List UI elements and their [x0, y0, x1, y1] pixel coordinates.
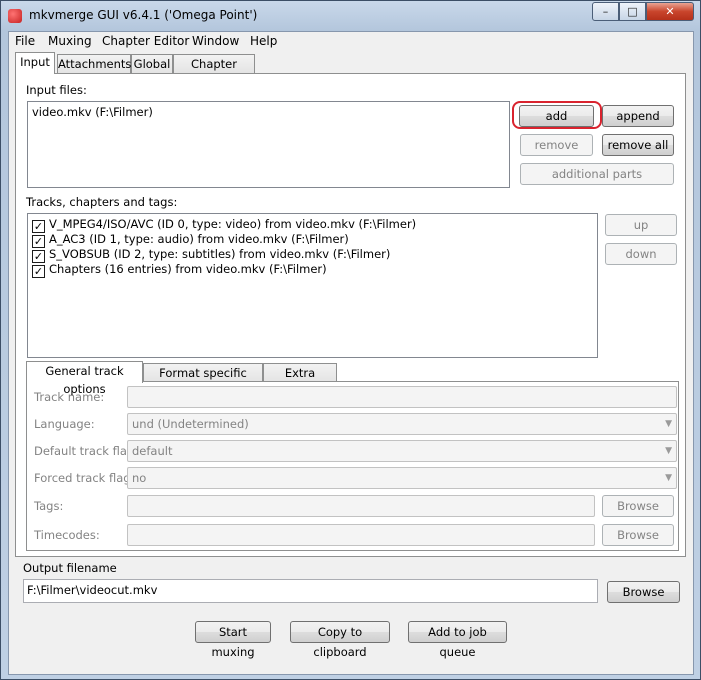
- input-tab-panel: Input files: video.mkv (F:\Filmer) add a…: [15, 73, 686, 557]
- maximize-button[interactable]: □: [619, 2, 646, 21]
- tab-chapter-editor[interactable]: Chapter Editor: [173, 54, 255, 89]
- default-track-flag-select[interactable]: default ▼: [127, 440, 677, 462]
- add-button[interactable]: add: [519, 105, 594, 127]
- chevron-down-icon: ▼: [665, 446, 672, 456]
- tab-extra-options[interactable]: Extra options: [263, 363, 337, 398]
- menu-window[interactable]: Window: [192, 34, 239, 48]
- track-row[interactable]: ✓ S_VOBSUB (ID 2, type: subtitles) from v…: [32, 247, 391, 263]
- input-files-label: Input files:: [26, 83, 87, 97]
- default-track-flag-value: default: [132, 444, 173, 458]
- language-label: Language:: [34, 417, 95, 431]
- timecodes-label: Timecodes:: [34, 528, 100, 542]
- track-row[interactable]: ✓ V_MPEG4/ISO/AVC (ID 0, type: video) fro…: [32, 217, 417, 233]
- menu-help[interactable]: Help: [250, 34, 277, 48]
- track-label: V_MPEG4/ISO/AVC (ID 0, type: video) from…: [49, 217, 417, 231]
- tracks-list[interactable]: ✓ V_MPEG4/ISO/AVC (ID 0, type: video) fro…: [27, 213, 598, 358]
- minimize-button[interactable]: –: [592, 2, 619, 21]
- forced-track-flag-select[interactable]: no ▼: [127, 467, 677, 489]
- append-button[interactable]: append: [602, 105, 674, 127]
- track-label: A_AC3 (ID 1, type: audio) from video.mkv…: [49, 232, 349, 246]
- tab-global[interactable]: Global: [131, 54, 173, 74]
- window-title: mkvmerge GUI v6.4.1 ('Omega Point'): [29, 8, 258, 22]
- input-file-item[interactable]: video.mkv (F:\Filmer): [32, 105, 153, 119]
- remove-all-button[interactable]: remove all: [602, 134, 674, 156]
- timecodes-field[interactable]: [127, 524, 595, 546]
- app-window: mkvmerge GUI v6.4.1 ('Omega Point') – □ …: [0, 0, 701, 680]
- chevron-down-icon: ▼: [665, 419, 672, 429]
- tab-general-track-options[interactable]: General track options: [26, 361, 143, 396]
- track-name-field[interactable]: [127, 386, 677, 408]
- title-bar[interactable]: mkvmerge GUI v6.4.1 ('Omega Point') – □ …: [1, 1, 700, 31]
- default-track-flag-label: Default track flag:: [34, 444, 139, 458]
- track-row[interactable]: ✓ Chapters (16 entries) from video.mkv (F…: [32, 262, 327, 278]
- tab-format-specific-options[interactable]: Format specific options: [143, 363, 263, 398]
- tags-field[interactable]: [127, 495, 595, 517]
- language-select[interactable]: und (Undetermined) ▼: [127, 413, 677, 435]
- output-filename-label: Output filename: [23, 561, 117, 575]
- tracks-label: Tracks, chapters and tags:: [26, 195, 178, 209]
- chevron-down-icon: ▼: [665, 473, 672, 483]
- tags-browse-button[interactable]: Browse: [602, 495, 674, 517]
- forced-track-flag-label: Forced track flag:: [34, 471, 135, 485]
- track-checkbox[interactable]: ✓: [32, 265, 45, 278]
- close-button[interactable]: ✕: [646, 2, 694, 21]
- tab-input[interactable]: Input: [15, 52, 55, 74]
- track-row[interactable]: ✓ A_AC3 (ID 1, type: audio) from video.mk…: [32, 232, 349, 248]
- app-icon: [8, 9, 22, 23]
- track-up-button[interactable]: up: [605, 214, 677, 236]
- output-browse-button[interactable]: Browse: [607, 581, 680, 603]
- copy-to-clipboard-button[interactable]: Copy to clipboard: [290, 621, 390, 659]
- language-value: und (Undetermined): [132, 417, 249, 431]
- track-down-button[interactable]: down: [605, 243, 677, 265]
- output-filename-input[interactable]: F:\Filmer\videocut.mkv: [23, 579, 598, 603]
- menu-file[interactable]: File: [15, 34, 35, 48]
- track-options-panel: Track name: Language: und (Undetermined)…: [26, 381, 679, 551]
- menu-bar: File Muxing Chapter Editor Window Help: [9, 32, 693, 51]
- tags-label: Tags:: [34, 499, 64, 513]
- track-label: Chapters (16 entries) from video.mkv (F:…: [49, 262, 327, 276]
- start-muxing-button[interactable]: Start muxing: [195, 621, 271, 659]
- timecodes-browse-button[interactable]: Browse: [602, 524, 674, 546]
- track-label: S_VOBSUB (ID 2, type: subtitles) from vi…: [49, 247, 391, 261]
- forced-track-flag-value: no: [132, 471, 147, 485]
- tab-attachments[interactable]: Attachments: [57, 54, 131, 74]
- input-files-list[interactable]: video.mkv (F:\Filmer): [27, 101, 510, 188]
- menu-muxing[interactable]: Muxing: [48, 34, 92, 48]
- menu-chapter-editor[interactable]: Chapter Editor: [102, 34, 189, 48]
- additional-parts-button[interactable]: additional parts: [520, 163, 674, 185]
- client-area: File Muxing Chapter Editor Window Help I…: [8, 31, 694, 675]
- add-to-job-queue-button[interactable]: Add to job queue: [408, 621, 507, 659]
- remove-button[interactable]: remove: [520, 134, 593, 156]
